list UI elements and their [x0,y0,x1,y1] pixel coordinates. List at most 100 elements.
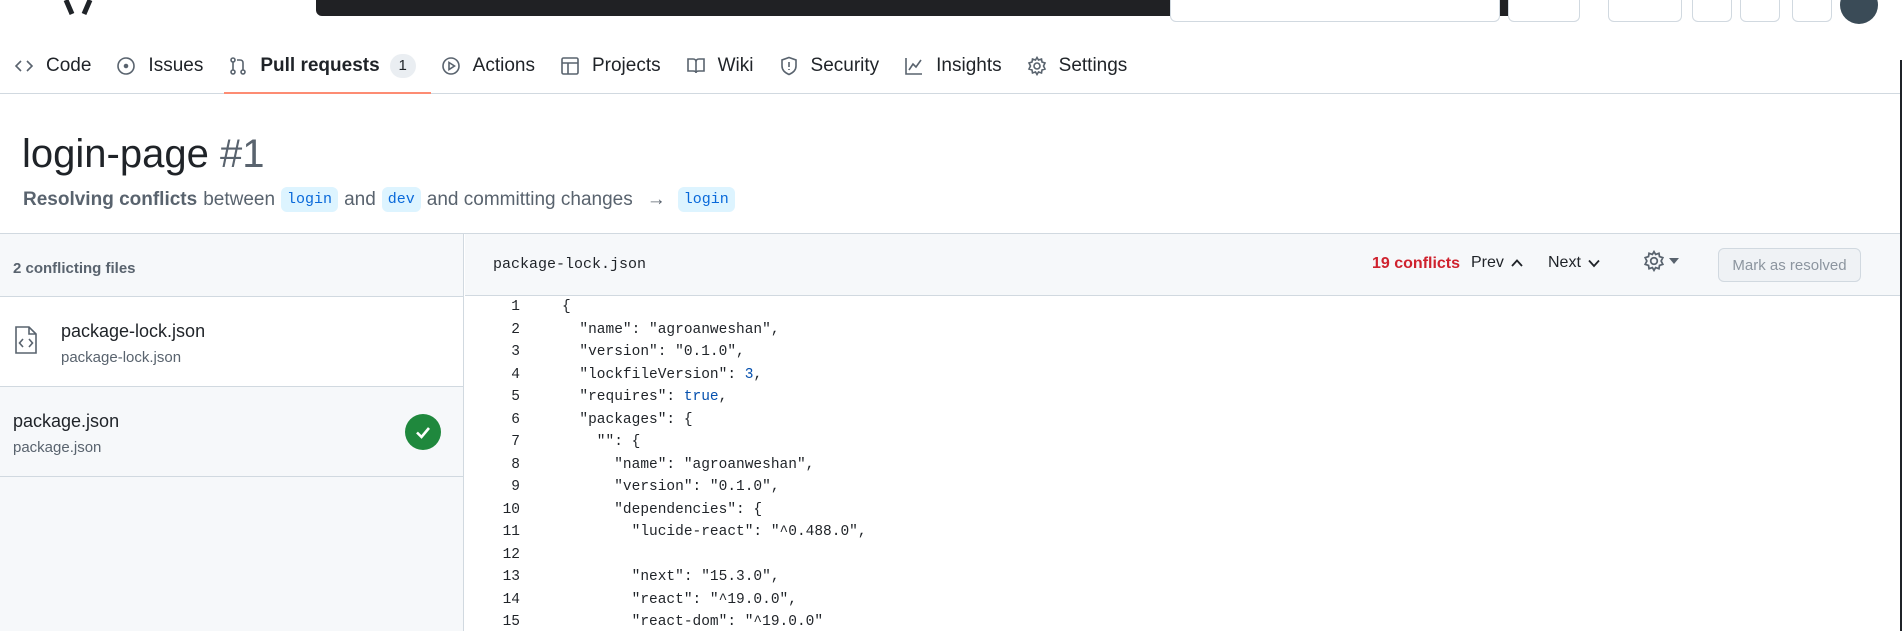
pr-title-text: login-page [22,132,209,176]
subtitle-between: between [203,188,276,210]
repo-nav: Code Issues Pull requests 1 Actions Proj… [0,44,1902,94]
copilot-button[interactable] [1508,0,1580,22]
code-line: 10 "dependencies": { [465,499,1902,522]
tab-security[interactable]: Security [775,44,895,88]
line-number: 12 [502,546,520,563]
tab-insights[interactable]: Insights [900,44,1016,88]
chevron-down-icon [1588,259,1600,268]
line-text: { [562,299,571,316]
conflicts-count: 19 conflicts [1372,255,1461,272]
book-icon [686,58,705,74]
line-text: "": { [562,434,641,451]
tab-wiki[interactable]: Wiki [682,44,769,88]
line-text: "next": "15.3.0", [562,569,780,586]
line-number: 4 [511,366,520,383]
tab-pull-requests[interactable]: Pull requests 1 [224,44,432,94]
prev-label: Prev [1471,254,1504,271]
search-box[interactable] [1170,0,1500,22]
browser-top-strip [0,0,1902,24]
next-conflict-button[interactable]: Next [1548,254,1601,272]
tab-label: Wiki [717,55,754,76]
inbox-button[interactable] [1792,0,1832,22]
line-text: "requires": true, [562,389,728,406]
tab-actions[interactable]: Actions [437,44,550,88]
file-code-icon [15,326,37,354]
table-icon [561,57,579,75]
tab-issues[interactable]: Issues [112,44,218,88]
pull-requests-button[interactable] [1740,0,1780,22]
line-number: 3 [511,344,520,361]
prev-conflict-button[interactable]: Prev [1471,254,1524,272]
conflict-editor: package-lock.json 19 conflicts Prev Next… [465,234,1902,631]
line-text: "lucide-react": "^0.488.0", [562,524,867,541]
tab-code[interactable]: Code [10,44,106,88]
line-text: "dependencies": { [562,501,763,518]
head-branch-label[interactable]: dev [381,187,421,212]
tab-label: Issues [148,55,204,76]
code-line: 5 "requires": true, [465,386,1902,409]
subtitle-and: and [344,188,376,210]
conflict-resolver: 2 conflicting files package-lock.json pa… [0,233,1902,631]
base-branch-label[interactable]: login [281,187,339,212]
editor-settings-button[interactable] [1643,250,1679,272]
caret-down-icon [1669,258,1679,264]
pr-subtitle: Resolving conflicts between login and de… [23,187,735,212]
code-line: 2 "name": "agroanweshan", [465,319,1902,342]
code-line: 4 "lockfileVersion": 3, [465,364,1902,387]
create-new-button[interactable] [1608,0,1682,22]
subtitle-committing: and committing changes [426,188,633,210]
play-icon [441,57,460,75]
gear-icon [1643,250,1665,272]
avatar[interactable] [1840,0,1878,24]
conflicting-files-heading: 2 conflicting files [0,234,463,297]
pull-requests-counter: 1 [389,54,416,78]
issues-button[interactable] [1692,0,1732,22]
line-number: 13 [502,569,520,586]
target-branch-label[interactable]: login [677,187,735,212]
line-text: "react-dom": "^19.0.0" [562,614,824,631]
tab-label: Projects [591,55,661,76]
line-number: 6 [511,411,520,428]
code-line: 8 "name": "agroanweshan", [465,454,1902,477]
code-view[interactable]: 1{2 "name": "agroanweshan", 3 "version": … [465,296,1902,631]
shield-icon [780,56,797,76]
gear-icon [1027,56,1046,76]
file-path: package-lock.json [61,349,182,366]
code-line: 9 "version": "0.1.0", [465,476,1902,499]
file-name: package-lock.json [61,321,206,341]
file-item-package-lock[interactable]: package-lock.json package-lock.json [0,297,463,387]
line-text: "name": "agroanweshan", [562,321,780,338]
line-number: 11 [502,524,520,541]
line-text: "name": "agroanweshan", [562,456,815,473]
line-text: "version": "0.1.0", [562,344,745,361]
tab-settings[interactable]: Settings [1023,44,1143,88]
subtitle-bold: Resolving conflicts [23,188,198,210]
line-number: 9 [511,479,520,496]
tab-label: Settings [1058,55,1128,76]
tab-projects[interactable]: Projects [556,44,676,88]
tab-label: Pull requests [260,55,380,76]
line-text: "react": "^19.0.0", [562,591,797,608]
line-number: 15 [502,614,520,631]
tab-label: Insights [936,55,1002,76]
pr-number: #1 [219,132,265,176]
line-number: 1 [511,299,520,316]
page-title: login-page #1 [22,132,264,177]
arrow-right-icon: → [646,188,666,210]
code-line: 3 "version": "0.1.0", [465,341,1902,364]
tab-label: Security [810,55,880,76]
next-label: Next [1548,254,1581,271]
mark-as-resolved-button[interactable]: Mark as resolved [1718,248,1861,282]
git-pull-request-icon [230,57,247,75]
line-number: 14 [502,591,520,608]
code-line: 6 "packages": { [465,409,1902,432]
code-line: 14 "react": "^19.0.0", [465,589,1902,612]
tab-label: Actions [472,55,535,76]
file-item-package[interactable]: package.json package.json [0,387,463,477]
code-line: 1{ [465,296,1902,319]
editor-header: package-lock.json 19 conflicts Prev Next… [465,234,1902,296]
editor-filename: package-lock.json [493,256,647,273]
line-number: 8 [511,456,520,473]
github-logo-icon[interactable] [62,0,94,18]
line-number: 5 [511,389,520,406]
